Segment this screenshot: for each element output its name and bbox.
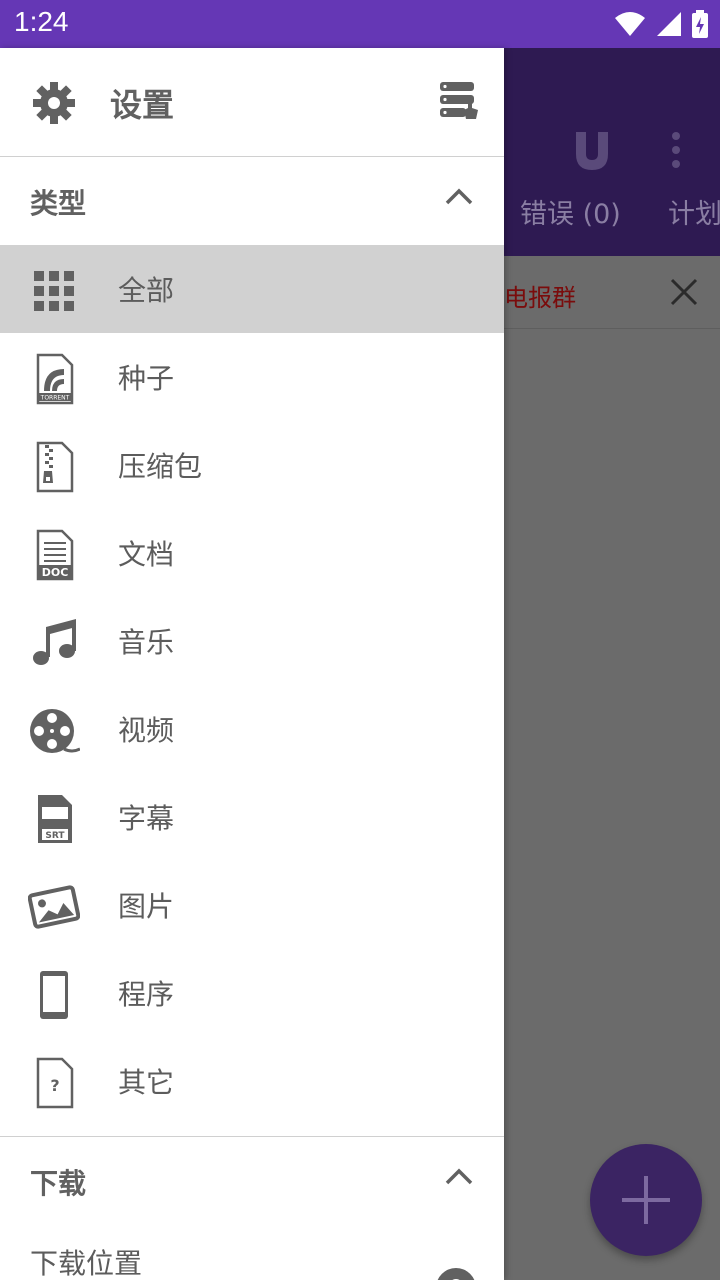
banner-text: 电报群 [504,284,576,312]
more-vert-icon[interactable] [666,130,686,174]
grid-icon [34,271,74,311]
wifi-icon [615,12,645,36]
category-subtitle[interactable]: SRT 字幕 [0,773,504,861]
download-location-label: 下载位置 [30,1247,143,1280]
category-video[interactable]: 视频 [0,685,504,773]
category-label: 其它 [118,1066,175,1099]
status-time: 1:24 [14,6,69,37]
plus-icon [622,1176,670,1224]
category-label: 字幕 [118,802,175,835]
category-label: 视频 [118,714,175,747]
drawer-header: 设置 [0,48,504,157]
torrent-file-icon: TORRENT [36,353,74,405]
category-all[interactable]: 全部 [0,245,504,333]
chevron-up-icon[interactable] [444,186,474,206]
category-label: 音乐 [118,626,175,659]
download-location-item[interactable]: 下载位置 [0,1218,504,1280]
tab-scheduled[interactable]: 计划 [668,192,720,231]
server-settings-icon[interactable] [438,82,480,120]
close-icon[interactable] [670,278,698,306]
status-icons [614,10,708,38]
location-pin-icon[interactable] [434,1266,478,1280]
category-label: 文档 [118,538,175,571]
type-section-label: 类型 [30,187,87,220]
category-label: 图片 [118,890,175,923]
category-label: 程序 [118,978,175,1011]
status-bar: 1:24 [0,0,720,48]
svg-text:?: ? [50,1076,59,1095]
category-label: 全部 [118,274,175,307]
settings-title[interactable]: 设置 [110,80,174,126]
tab-errors[interactable]: 错误 (0) [520,192,621,231]
category-app[interactable]: 程序 [0,949,504,1037]
srt-file-icon: SRT [38,795,72,843]
svg-text:DOC: DOC [42,566,69,579]
category-music[interactable]: 音乐 [0,597,504,685]
music-note-icon [33,619,76,665]
film-reel-icon [30,709,80,753]
navigation-drawer: 设置 类型 全部 TORRENT 种子 压缩包 DOC 文档 音乐 视频 SRT… [0,48,504,1280]
battery-icon [692,10,708,38]
zip-file-icon [36,441,74,493]
category-label: 压缩包 [118,450,203,483]
category-archive[interactable]: 压缩包 [0,421,504,509]
gear-icon[interactable] [33,82,75,124]
download-section-header[interactable]: 下载 [0,1136,504,1224]
category-image[interactable]: 图片 [0,861,504,949]
category-other[interactable]: ? 其它 [0,1037,504,1125]
add-download-fab[interactable] [590,1144,702,1256]
unknown-file-icon: ? [36,1057,74,1109]
magnet-icon[interactable] [566,130,618,174]
download-section-label: 下载 [30,1167,87,1200]
image-icon [28,885,80,929]
category-label: 种子 [118,362,175,395]
doc-file-icon: DOC [36,529,74,581]
category-document[interactable]: DOC 文档 [0,509,504,597]
svg-text:SRT: SRT [45,831,65,841]
cell-signal-icon [657,12,681,36]
category-torrent[interactable]: TORRENT 种子 [0,333,504,421]
phone-icon [40,971,68,1019]
chevron-up-icon[interactable] [444,1166,474,1186]
type-section-header[interactable]: 类型 [0,156,504,244]
svg-text:TORRENT: TORRENT [40,395,70,402]
